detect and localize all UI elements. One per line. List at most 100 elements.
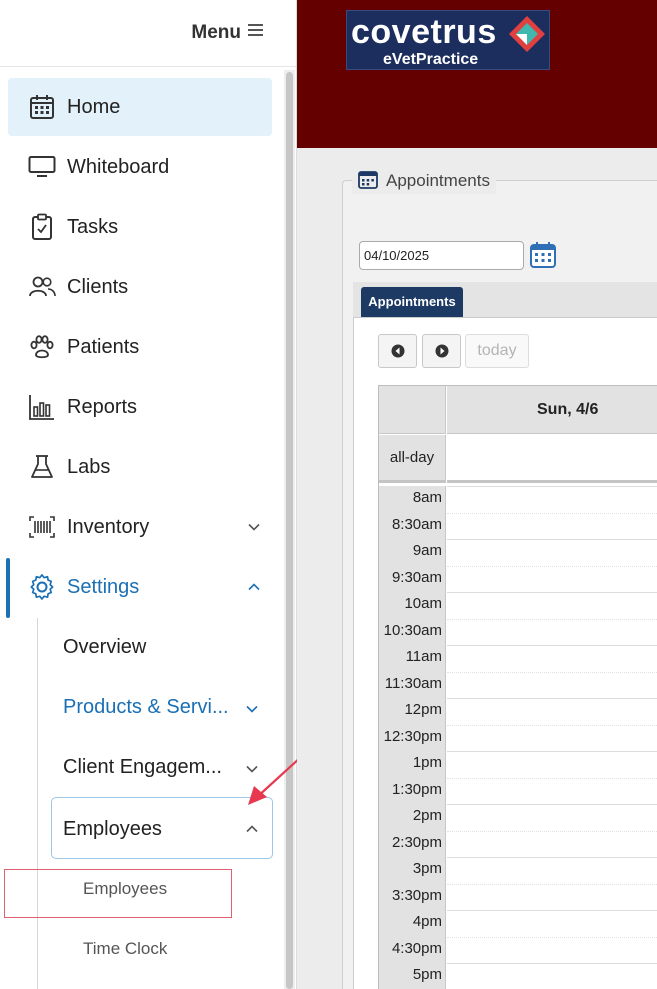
logo-brand: covetrus xyxy=(351,13,497,51)
time-slot-row[interactable] xyxy=(447,910,657,911)
time-slot-row[interactable] xyxy=(447,830,657,832)
settings-sub-overview[interactable]: Overview xyxy=(63,636,146,659)
chevron-up-icon[interactable] xyxy=(248,580,260,592)
time-label: 5pm xyxy=(412,966,442,983)
sidebar-item-label: Labs xyxy=(67,455,111,478)
time-slot-row[interactable] xyxy=(447,592,657,593)
sidebar-item-label: Patients xyxy=(67,335,140,358)
time-label: 12:30pm xyxy=(383,727,442,745)
settings-sub-employees-label: Employees xyxy=(63,818,162,840)
date-picker-button[interactable] xyxy=(529,241,557,269)
time-slot-row[interactable] xyxy=(447,883,657,885)
time-slot-row[interactable] xyxy=(447,512,657,514)
time-slot-row[interactable] xyxy=(447,671,657,673)
sidebar-item-label: Clients xyxy=(67,275,129,298)
time-label: 4pm xyxy=(412,913,442,930)
time-label: 9:30am xyxy=(391,568,442,586)
hamburger-icon[interactable] xyxy=(248,24,263,39)
logo-mark-icon xyxy=(509,16,545,52)
sidebar-item-tasks[interactable]: Tasks xyxy=(8,198,272,256)
time-slot-row[interactable] xyxy=(447,486,657,487)
time-label: 8:30am xyxy=(391,515,442,533)
highlight-box xyxy=(4,869,232,918)
calendar-header-corner xyxy=(379,386,446,434)
allday-slot[interactable] xyxy=(447,435,657,483)
employees-sub-time-clock[interactable]: Time Clock xyxy=(83,939,167,959)
sidebar-item-label: Reports xyxy=(67,395,138,418)
time-label: 3:30pm xyxy=(391,886,442,904)
logo-product: eVetPractice xyxy=(383,51,479,68)
time-slot-row[interactable] xyxy=(447,618,657,620)
menu-label: Menu xyxy=(191,22,241,43)
time-label: 3pm xyxy=(412,860,442,877)
sidebar-item-label: Tasks xyxy=(67,215,119,238)
barcode-icon xyxy=(28,513,56,541)
chevron-left-icon xyxy=(391,344,404,358)
appointments-legend: Appointments xyxy=(352,168,496,194)
allday-label: all-day xyxy=(379,435,446,483)
time-label: 4:30pm xyxy=(391,939,442,957)
sidebar-item-whiteboard[interactable]: Whiteboard xyxy=(8,138,272,196)
time-label: 9am xyxy=(412,542,442,559)
monitor-icon xyxy=(28,153,56,181)
time-label: 2:30pm xyxy=(391,833,442,851)
tab-appointments[interactable]: Appointments xyxy=(361,287,463,317)
time-slot-row[interactable] xyxy=(447,777,657,779)
chevron-right-icon xyxy=(435,344,448,358)
time-slot-row[interactable] xyxy=(447,539,657,540)
today-button[interactable]: today xyxy=(465,334,529,368)
sidebar-scrollbar-thumb[interactable] xyxy=(286,72,293,989)
time-label: 10am xyxy=(404,595,442,612)
time-slot-row[interactable] xyxy=(447,804,657,805)
time-slot-row[interactable] xyxy=(447,698,657,699)
clipboard-check-icon xyxy=(28,213,56,241)
settings-sub-products-services[interactable]: Products & Servi... xyxy=(63,696,229,719)
date-input[interactable]: 04/10/2025 xyxy=(359,241,524,270)
time-label: 1:30pm xyxy=(391,780,442,798)
calendar-icon xyxy=(530,242,556,268)
prev-button[interactable] xyxy=(378,334,417,368)
time-slot-row[interactable] xyxy=(447,565,657,567)
time-slot-row[interactable] xyxy=(447,751,657,752)
chevron-down-icon[interactable] xyxy=(248,520,260,532)
sidebar-item-settings[interactable]: Settings xyxy=(8,558,272,616)
sidebar-item-label: Settings xyxy=(67,575,140,598)
day-header-label: Sun, 4/6 xyxy=(537,401,599,418)
gear-icon xyxy=(28,573,56,601)
users-icon xyxy=(28,273,56,301)
next-button[interactable] xyxy=(422,334,461,368)
section-title: Appointments xyxy=(386,171,490,190)
time-label: 1pm xyxy=(412,754,442,771)
covetrus-logo[interactable]: covetrus eVetPractice xyxy=(346,10,550,70)
settings-submenu-line xyxy=(37,618,38,989)
sidebar-item-reports[interactable]: Reports xyxy=(8,378,272,436)
time-slot-row[interactable] xyxy=(447,724,657,726)
chevron-up-icon[interactable] xyxy=(246,822,258,834)
time-label: 11am xyxy=(405,648,442,665)
sidebar-item-label: Whiteboard xyxy=(67,155,170,178)
sidebar-item-patients[interactable]: Patients xyxy=(8,318,272,376)
sidebar-item-inventory[interactable]: Inventory xyxy=(8,498,272,556)
time-slot-row[interactable] xyxy=(447,857,657,858)
calendar-icon xyxy=(28,93,56,121)
time-label: 12pm xyxy=(404,701,442,718)
sidebar-item-clients[interactable]: Clients xyxy=(8,258,272,316)
time-label: 10:30am xyxy=(383,621,442,639)
sidebar-item-labs[interactable]: Labs xyxy=(8,438,272,496)
bar-chart-icon xyxy=(28,393,56,421)
sidebar-item-label: Home xyxy=(67,95,121,118)
time-slot-row[interactable] xyxy=(447,936,657,938)
time-label: 8am xyxy=(412,489,442,506)
calendar-icon xyxy=(358,169,378,194)
settings-sub-client-engagement[interactable]: Client Engagem... xyxy=(63,756,222,779)
day-header[interactable]: Sun, 4/6 xyxy=(447,386,657,434)
time-slot-row[interactable] xyxy=(447,645,657,646)
time-label: 11:30am xyxy=(384,674,442,692)
time-label: 2pm xyxy=(412,807,442,824)
paw-icon xyxy=(28,333,56,361)
sidebar-item-home[interactable]: Home xyxy=(8,78,272,136)
menu-header[interactable]: Menu xyxy=(0,0,296,67)
sidebar-item-label: Inventory xyxy=(67,515,150,538)
flask-icon xyxy=(28,453,56,481)
time-slot-row[interactable] xyxy=(447,963,657,964)
